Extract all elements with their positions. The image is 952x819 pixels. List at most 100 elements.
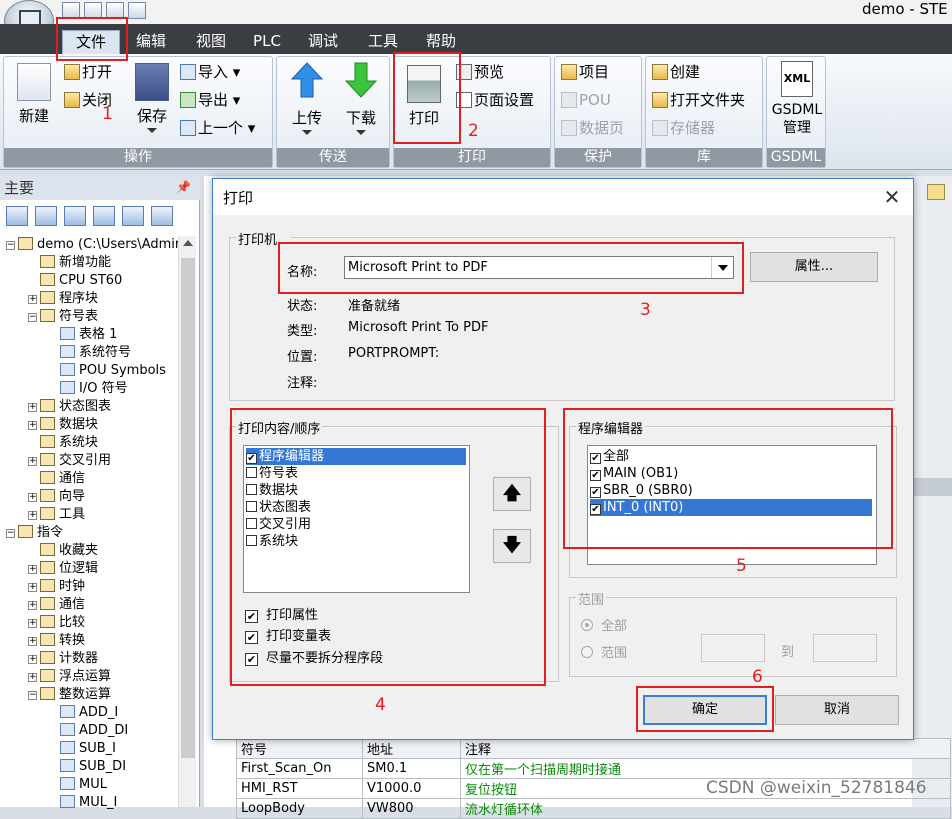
checkbox[interactable]: ✔ bbox=[245, 653, 258, 666]
chevron-down-icon[interactable] bbox=[711, 257, 733, 278]
list-item[interactable]: 数据块 bbox=[246, 482, 466, 499]
tab-file[interactable]: 文件 bbox=[62, 30, 120, 54]
tree-node[interactable]: − 指令 bbox=[6, 524, 63, 542]
tab-plc[interactable]: PLC bbox=[246, 30, 288, 54]
checkbox[interactable]: ✔ bbox=[245, 610, 258, 623]
address-cell[interactable]: VW800 bbox=[362, 798, 461, 819]
ok-button[interactable]: 确定 bbox=[643, 695, 767, 725]
list-item[interactable]: ✔ SBR_0 (SBR0) bbox=[590, 482, 872, 499]
tab-help[interactable]: 帮助 bbox=[418, 30, 464, 54]
print-button[interactable]: 打印 bbox=[402, 65, 446, 128]
export-button[interactable]: 导出 ▾ bbox=[180, 89, 240, 113]
library-memory-button[interactable]: 存储器 bbox=[652, 117, 715, 141]
chart-icon[interactable] bbox=[122, 206, 144, 226]
open-button[interactable]: 打开 bbox=[64, 61, 112, 85]
new-file-icon[interactable] bbox=[62, 2, 80, 19]
table-row[interactable]: LoopBody VW800 流水灯循环体 bbox=[236, 798, 951, 819]
no-split-networks-checkbox[interactable]: ✔ 尽量不要拆分程序段 bbox=[245, 647, 383, 666]
tab-debug[interactable]: 调试 bbox=[300, 30, 346, 54]
collapse-icon[interactable]: − bbox=[28, 691, 37, 700]
tree-node[interactable]: + 工具 bbox=[28, 506, 85, 524]
page-setup-button[interactable]: 页面设置 bbox=[456, 89, 534, 113]
expand-icon[interactable]: + bbox=[28, 619, 37, 628]
monitor-icon[interactable] bbox=[151, 206, 173, 226]
open-folder-icon[interactable] bbox=[84, 2, 102, 19]
import-button[interactable]: 导入 ▾ bbox=[180, 61, 240, 85]
expand-icon[interactable]: + bbox=[28, 565, 37, 574]
symbol-cell[interactable]: HMI_RST bbox=[236, 778, 363, 799]
list-item[interactable]: ✔ 全部 bbox=[590, 448, 872, 465]
tree-node[interactable]: + 浮点运算 bbox=[28, 668, 111, 686]
list-item[interactable]: 状态图表 bbox=[246, 499, 466, 516]
checkbox[interactable]: ✔ bbox=[590, 487, 601, 498]
tree-scrollbar[interactable] bbox=[178, 236, 196, 807]
tree-node[interactable]: SUB_DI bbox=[48, 758, 126, 776]
tree-node[interactable]: + 比较 bbox=[28, 614, 85, 632]
download-button[interactable]: 下载 bbox=[339, 61, 383, 135]
tree-node[interactable]: + 交叉引用 bbox=[28, 452, 111, 470]
tree-node[interactable]: + 状态图表 bbox=[28, 398, 111, 416]
program-editor-list[interactable]: ✔ 全部 ✔ MAIN (OB1) ✔ SBR_0 (SBR0) ✔ INT_0 (INT0) bbox=[587, 445, 877, 565]
expand-icon[interactable]: + bbox=[28, 655, 37, 664]
list-item[interactable]: 系统块 bbox=[246, 533, 466, 550]
address-cell[interactable]: SM0.1 bbox=[362, 758, 461, 779]
expand-icon[interactable]: + bbox=[28, 493, 37, 502]
radio-button[interactable] bbox=[581, 619, 593, 631]
block-icon[interactable] bbox=[93, 206, 115, 226]
scroll-up-icon[interactable] bbox=[183, 240, 193, 246]
expand-icon[interactable]: + bbox=[28, 295, 37, 304]
collapse-icon[interactable]: − bbox=[6, 529, 15, 538]
range-from-input[interactable] bbox=[701, 634, 765, 662]
tree-node[interactable]: + 数据块 bbox=[28, 416, 98, 434]
tab-edit[interactable]: 编辑 bbox=[128, 30, 174, 54]
checkbox[interactable]: ✔ bbox=[590, 453, 601, 464]
symbol-cell[interactable]: LoopBody bbox=[236, 798, 363, 819]
preview-button[interactable]: 预览 bbox=[456, 61, 504, 85]
lock-icon[interactable] bbox=[927, 184, 945, 200]
checkbox[interactable] bbox=[246, 501, 257, 512]
expand-icon[interactable]: + bbox=[28, 601, 37, 610]
list-item[interactable]: 符号表 bbox=[246, 465, 466, 482]
checkbox[interactable] bbox=[246, 467, 257, 478]
expand-icon[interactable]: + bbox=[28, 673, 37, 682]
tree-node[interactable]: I/O 符号 bbox=[48, 380, 128, 398]
expand-icon[interactable]: + bbox=[28, 583, 37, 592]
print-icon[interactable] bbox=[128, 2, 146, 19]
tab-tools[interactable]: 工具 bbox=[360, 30, 406, 54]
library-create-button[interactable]: 创建 bbox=[652, 61, 700, 85]
tree-node[interactable]: POU Symbols bbox=[48, 362, 166, 380]
list-item[interactable]: ✔ MAIN (OB1) bbox=[590, 465, 872, 482]
comment-cell[interactable]: 仅在第一个扫描周期时接通 bbox=[460, 758, 951, 779]
gsdml-manage-button[interactable]: XML GSDML 管理 bbox=[771, 61, 823, 137]
collapse-icon[interactable]: − bbox=[28, 313, 37, 322]
tree-node[interactable]: + 时钟 bbox=[28, 578, 85, 596]
tree-node[interactable]: CPU ST60 bbox=[28, 272, 122, 290]
move-up-button[interactable]: 🡅 bbox=[493, 477, 531, 511]
column-address[interactable]: 地址 bbox=[362, 738, 461, 759]
tree-node[interactable]: 新增功能 bbox=[28, 254, 111, 272]
checkbox[interactable]: ✔ bbox=[590, 470, 601, 481]
tree-node[interactable]: − demo (C:\Users\Admir bbox=[6, 236, 180, 254]
column-symbol[interactable]: 符号 bbox=[236, 738, 363, 759]
tree-node[interactable]: + 程序块 bbox=[28, 290, 98, 308]
tree-node[interactable]: 系统符号 bbox=[48, 344, 131, 362]
tab-view[interactable]: 视图 bbox=[188, 30, 234, 54]
comment-cell[interactable]: 流水灯循环体 bbox=[460, 798, 951, 819]
checkbox[interactable] bbox=[246, 535, 257, 546]
save-icon[interactable] bbox=[106, 2, 124, 19]
tree-node[interactable]: + 通信 bbox=[28, 596, 85, 614]
protect-data-page-button[interactable]: 数据页 bbox=[561, 117, 624, 141]
range-all-radio[interactable]: 全部 bbox=[581, 615, 627, 634]
list-item[interactable]: ✔ 程序编辑器 bbox=[246, 448, 466, 465]
move-down-button[interactable]: 🡇 bbox=[493, 529, 531, 563]
checkbox[interactable]: ✔ bbox=[246, 453, 257, 464]
tree-node[interactable]: 通信 bbox=[28, 470, 85, 488]
cancel-button[interactable]: 取消 bbox=[775, 695, 899, 725]
tree-node[interactable]: 收藏夹 bbox=[28, 542, 98, 560]
collapse-icon[interactable]: − bbox=[6, 241, 15, 250]
list-item[interactable]: 交叉引用 bbox=[246, 516, 466, 533]
close-icon[interactable]: ✕ bbox=[877, 183, 907, 211]
tree-node[interactable]: + 向导 bbox=[28, 488, 85, 506]
scroll-thumb[interactable] bbox=[181, 258, 195, 758]
tree-node[interactable]: − 符号表 bbox=[28, 308, 98, 326]
